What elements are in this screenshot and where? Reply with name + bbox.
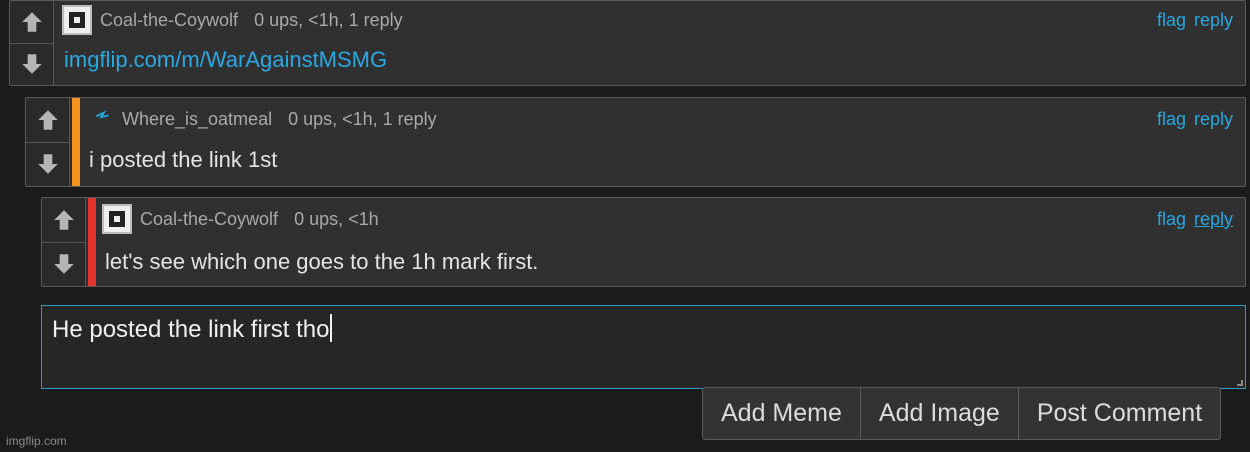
comment-thread-page: Coal-the-Coywolf 0 ups, <1h, 1 reply fla… [0,0,1250,452]
downvote-button[interactable] [26,142,70,186]
thread-color-bar [72,98,80,186]
vote-controls [26,98,70,186]
flag-link[interactable]: flag [1157,109,1186,130]
comment-meta: 0 ups, <1h [294,208,379,229]
comment-actions: flag reply [1157,10,1233,31]
comment-header: Where_is_oatmeal 0 ups, <1h, 1 reply [90,102,437,136]
vote-controls [42,198,86,286]
arrow-up-icon [53,210,74,230]
reply-textarea-value: He posted the link first tho [52,316,330,343]
arrow-up-icon [37,110,58,130]
comment-actions: flag reply [1157,109,1233,130]
upvote-button[interactable] [26,98,70,143]
reply-link[interactable]: reply [1194,209,1233,230]
comment-actions: flag reply [1157,209,1233,230]
arrow-up-icon [21,12,42,32]
imgflip-watermark: imgflip.com [6,434,67,448]
arrow-down-icon [37,154,58,174]
upvote-button[interactable] [42,198,86,243]
comment-meta: 0 ups, <1h, 1 reply [254,9,403,30]
resize-handle[interactable] [1237,380,1243,386]
user-avatar[interactable] [62,5,92,35]
reply-textarea[interactable]: He posted the link first tho [41,305,1246,389]
add-image-button[interactable]: Add Image [861,388,1019,439]
downvote-button[interactable] [10,43,54,85]
comment-3: Coal-the-Coywolf 0 ups, <1h flag reply l… [41,197,1246,287]
comment-body-link[interactable]: imgflip.com/m/WarAgainstMSMG [64,47,387,73]
downvote-button[interactable] [42,242,86,286]
thread-color-bar [88,198,96,286]
upvote-button[interactable] [10,1,54,44]
vote-controls [10,1,54,85]
comment-body: i posted the link 1st [89,147,278,172]
flag-link[interactable]: flag [1157,10,1186,31]
post-comment-button[interactable]: Post Comment [1019,388,1220,439]
comment-meta: 0 ups, <1h, 1 reply [288,108,437,129]
lightning-icon[interactable] [90,104,114,134]
comment-1: Coal-the-Coywolf 0 ups, <1h, 1 reply fla… [9,0,1246,86]
reply-link[interactable]: reply [1194,10,1233,31]
username[interactable]: Where_is_oatmeal [122,109,272,130]
user-avatar[interactable] [102,204,132,234]
flag-link[interactable]: flag [1157,209,1186,230]
comment-2: Where_is_oatmeal 0 ups, <1h, 1 reply fla… [25,97,1246,187]
text-caret [330,314,333,342]
reply-link[interactable]: reply [1194,109,1233,130]
arrow-down-icon [21,54,42,74]
comment-header: Coal-the-Coywolf 0 ups, <1h, 1 reply [62,3,403,37]
arrow-down-icon [53,254,74,274]
add-meme-button[interactable]: Add Meme [703,388,861,439]
comment-body: let's see which one goes to the 1h mark … [105,249,539,274]
username[interactable]: Coal-the-Coywolf [140,209,278,230]
username[interactable]: Coal-the-Coywolf [100,10,238,31]
comment-button-group: Add Meme Add Image Post Comment [702,387,1222,440]
comment-header: Coal-the-Coywolf 0 ups, <1h [102,202,379,236]
